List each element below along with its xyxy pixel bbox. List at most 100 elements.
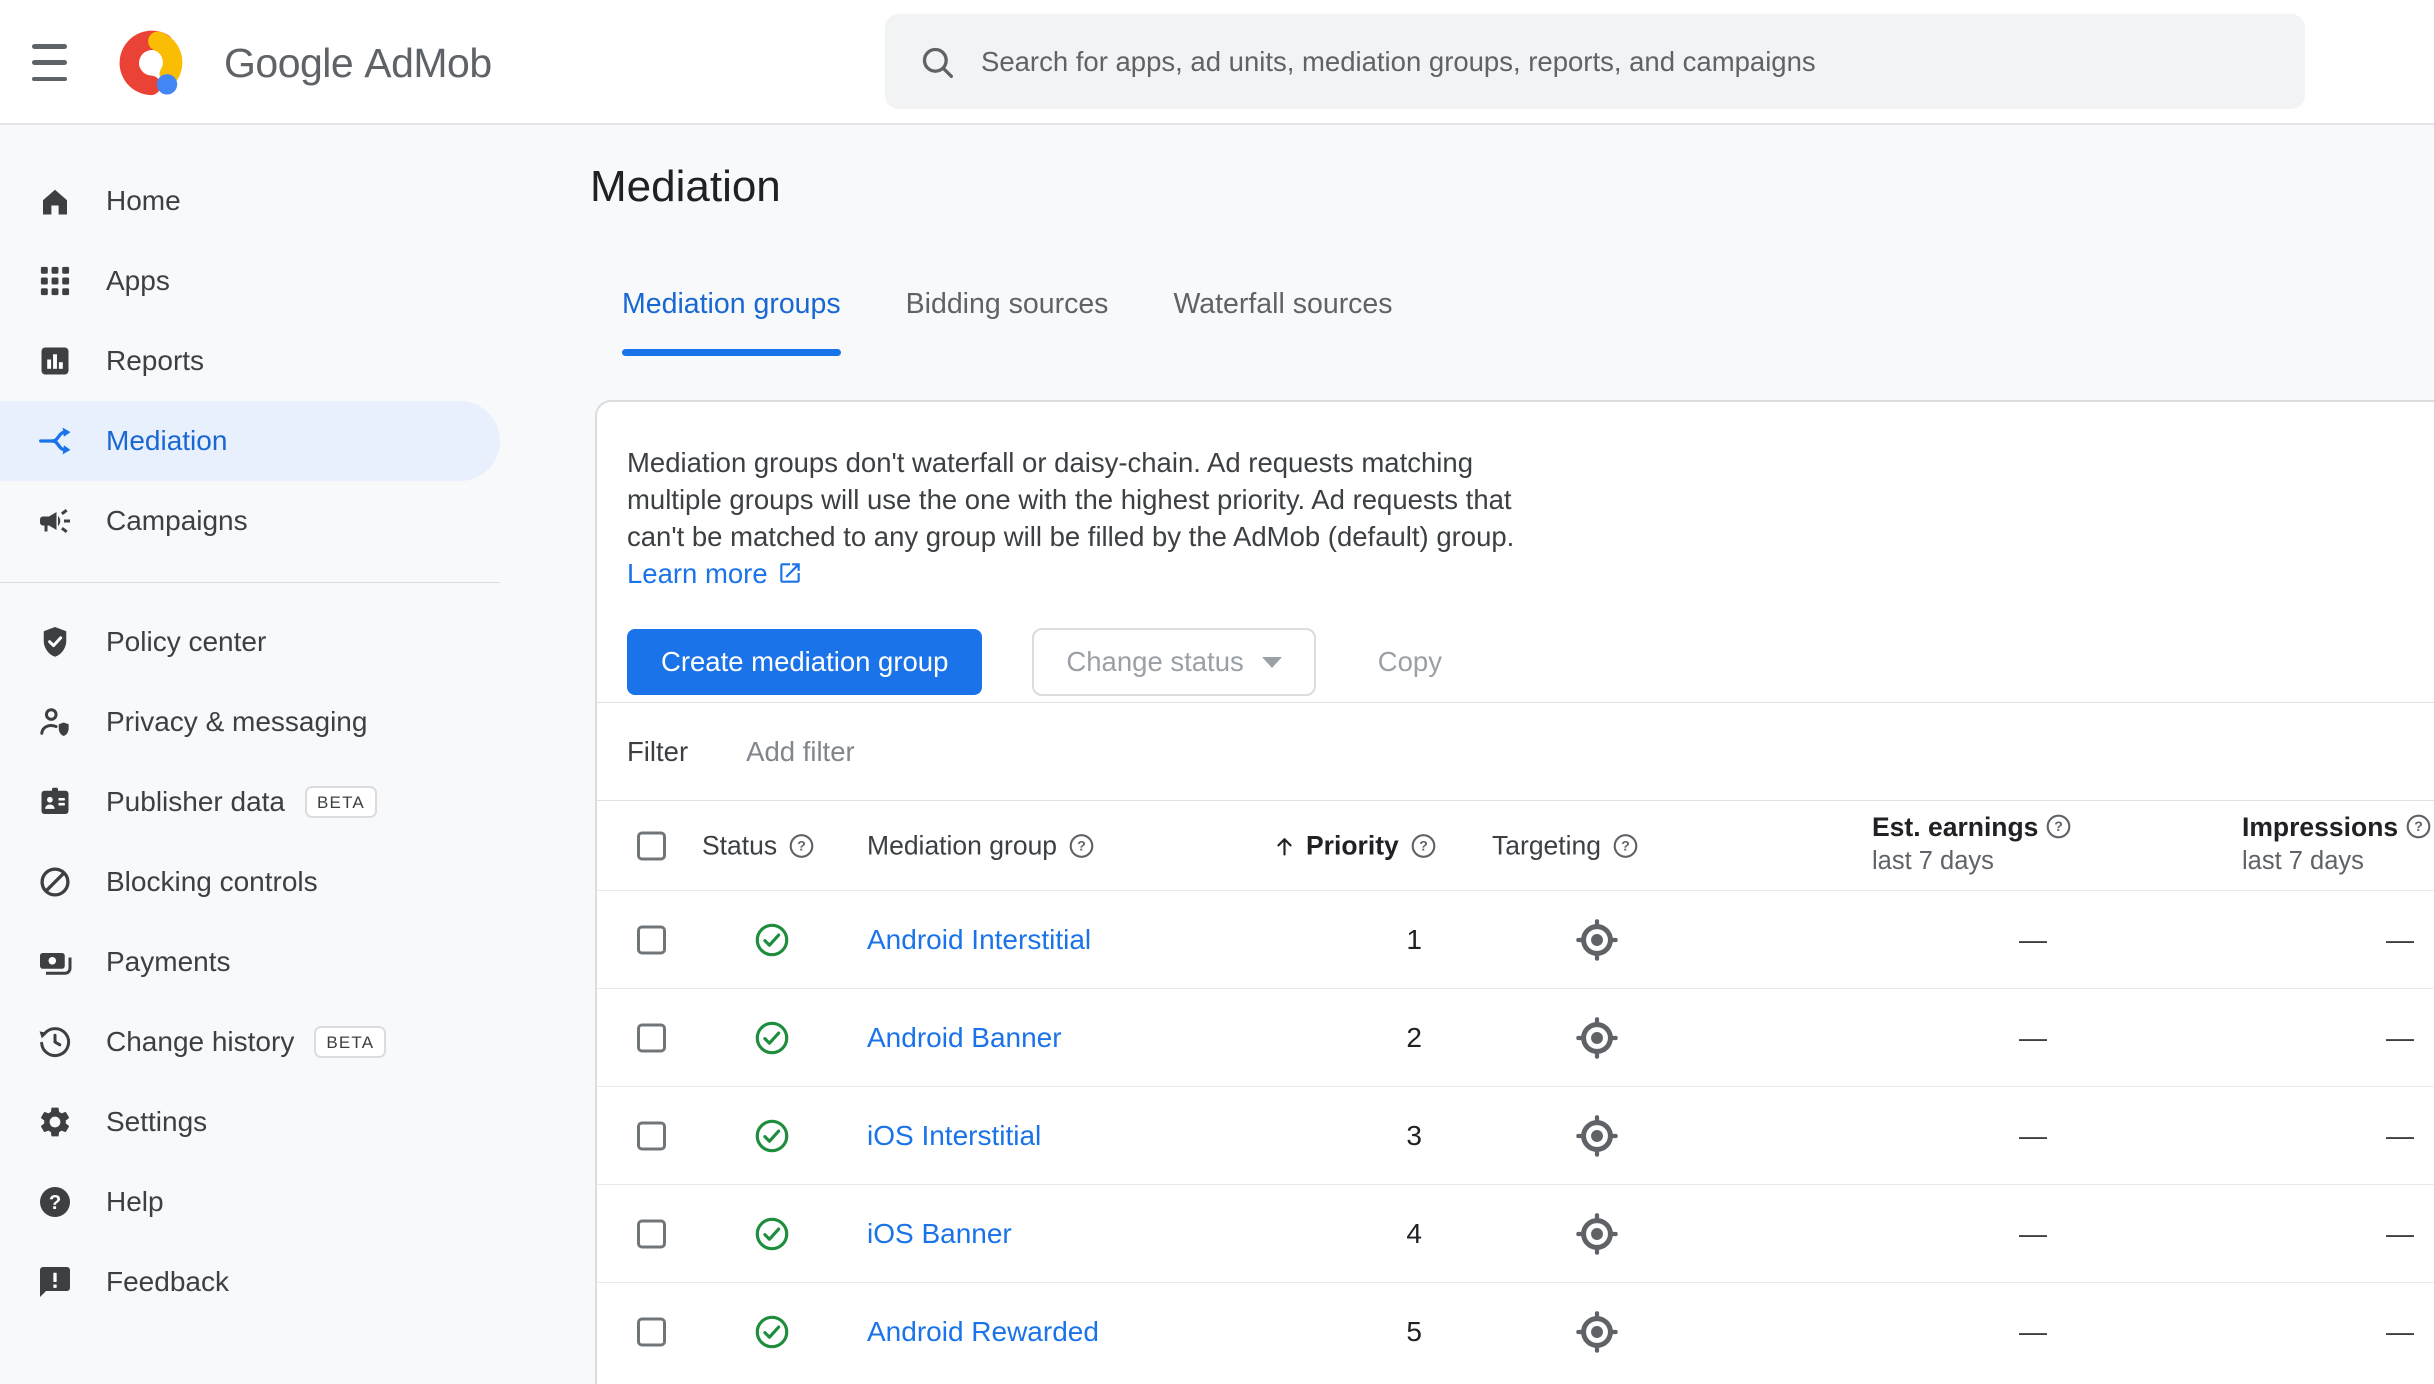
- mediation-group-link[interactable]: Android Banner: [867, 1022, 1062, 1054]
- impressions-value: —: [2386, 1119, 2414, 1151]
- filter-bar: Filter Add filter: [597, 702, 2434, 800]
- add-filter-button[interactable]: Add filter: [746, 736, 855, 768]
- feedback-bubble-icon: [40, 1267, 70, 1297]
- sidebar-item-privacy-messaging[interactable]: Privacy & messaging: [0, 682, 500, 762]
- global-search-bar[interactable]: [885, 14, 2305, 109]
- svg-text:?: ?: [1621, 837, 1630, 853]
- help-circle-icon[interactable]: ?: [2045, 813, 2072, 840]
- est-earnings-value: —: [2019, 1021, 2047, 1053]
- table-row: Android Interstitial 1 — —: [597, 890, 2434, 988]
- search-icon: [922, 47, 953, 78]
- row-checkbox[interactable]: [637, 1023, 666, 1052]
- sidebar-item-policy-center[interactable]: Policy center: [0, 602, 500, 682]
- row-checkbox[interactable]: [637, 1121, 666, 1150]
- impressions-value: —: [2386, 1315, 2414, 1347]
- megaphone-icon: [40, 509, 70, 533]
- sort-ascending-icon: [1277, 837, 1292, 856]
- block-circle-icon: [40, 867, 70, 897]
- table-row: Android Banner 2 — —: [597, 988, 2434, 1086]
- tab-bidding-sources[interactable]: Bidding sources: [906, 288, 1109, 356]
- sidebar-item-campaigns[interactable]: Campaigns: [0, 481, 500, 561]
- help-circle-icon[interactable]: ?: [1410, 832, 1437, 859]
- mediation-group-link[interactable]: iOS Interstitial: [867, 1120, 1041, 1152]
- mediation-description: Mediation groups don't waterfall or dais…: [627, 444, 1542, 592]
- status-header-label: Status: [702, 830, 778, 860]
- impressions-header-label: Impressions: [2242, 811, 2399, 842]
- help-circle-icon[interactable]: ?: [1612, 832, 1639, 859]
- tab-mediation-groups[interactable]: Mediation groups: [622, 288, 841, 356]
- copy-button[interactable]: Copy: [1366, 646, 1454, 678]
- sidebar-divider: [0, 582, 500, 583]
- priority-value: 5: [1406, 1315, 1422, 1347]
- sidebar-item-settings[interactable]: Settings: [0, 1082, 500, 1162]
- person-shield-icon: [40, 708, 69, 736]
- sidebar-item-label: Help: [106, 1186, 164, 1217]
- sidebar-item-label: Campaigns: [106, 505, 248, 536]
- help-circle-icon[interactable]: ?: [2405, 813, 2432, 840]
- change-status-button[interactable]: Change status: [1032, 628, 1316, 696]
- sidebar-item-help[interactable]: ? Help: [0, 1162, 500, 1242]
- svg-text:?: ?: [1077, 837, 1086, 853]
- gear-icon: [40, 1107, 70, 1137]
- sidebar-item-publisher-data[interactable]: Publisher data BETA: [0, 762, 500, 842]
- select-all-checkbox[interactable]: [637, 831, 666, 860]
- admob-brand[interactable]: Google AdMob: [116, 27, 492, 99]
- create-mediation-group-button[interactable]: Create mediation group: [627, 629, 983, 695]
- admob-logo-icon: [119, 30, 183, 96]
- targeting-icon: [1576, 1114, 1618, 1157]
- status-active-icon: [755, 1119, 789, 1152]
- sidebar-item-feedback[interactable]: Feedback: [0, 1242, 500, 1322]
- sidebar-item-home[interactable]: Home: [0, 161, 500, 241]
- sidebar-item-payments[interactable]: Payments: [0, 922, 500, 1002]
- row-checkbox[interactable]: [637, 925, 666, 954]
- row-checkbox[interactable]: [637, 1317, 666, 1346]
- sidebar-item-label: Settings: [106, 1106, 208, 1137]
- row-checkbox[interactable]: [637, 1219, 666, 1248]
- sidebar-item-label: Feedback: [106, 1266, 229, 1297]
- targeting-icon: [1576, 1016, 1618, 1059]
- sidebar-item-label: Apps: [106, 265, 170, 296]
- bar-chart-icon: [41, 347, 69, 375]
- sidebar-item-mediation[interactable]: Mediation: [0, 401, 500, 481]
- impressions-value: —: [2386, 923, 2414, 955]
- column-header-priority[interactable]: Priority ?: [1271, 830, 1437, 861]
- table-header-row: Status ? Mediation group ? Priority ? Ta…: [597, 800, 2434, 890]
- sidebar-item-change-history[interactable]: Change history BETA: [0, 1002, 500, 1082]
- targeting-icon: [1576, 918, 1618, 961]
- description-text: Mediation groups don't waterfall or dais…: [627, 447, 1515, 552]
- menu-icon[interactable]: [32, 44, 67, 81]
- apps-grid-icon: [40, 266, 70, 296]
- status-active-icon: [755, 1021, 789, 1054]
- sidebar-item-blocking-controls[interactable]: Blocking controls: [0, 842, 500, 922]
- tab-waterfall-sources[interactable]: Waterfall sources: [1173, 288, 1392, 356]
- priority-value: 3: [1406, 1119, 1422, 1151]
- impressions-value: —: [2386, 1021, 2414, 1053]
- brand-admob-text: AdMob: [364, 39, 492, 86]
- mediation-group-link[interactable]: Android Rewarded: [867, 1316, 1099, 1348]
- sidebar-item-apps[interactable]: Apps: [0, 241, 500, 321]
- search-input[interactable]: [981, 45, 2275, 78]
- learn-more-link[interactable]: Learn more: [627, 558, 803, 589]
- table-row: iOS Interstitial 3 — —: [597, 1086, 2434, 1184]
- table-row: iOS Banner 4 — —: [597, 1184, 2434, 1282]
- home-icon: [43, 189, 67, 215]
- sidebar-nav: Home Apps Reports Mediation Campaigns Po…: [0, 127, 560, 1322]
- mediation-groups-card: Mediation groups don't waterfall or dais…: [595, 400, 2434, 1384]
- status-active-icon: [755, 1315, 789, 1348]
- targeting-icon: [1576, 1212, 1618, 1255]
- est-earnings-value: —: [2019, 1217, 2047, 1249]
- brand-google-text: Google: [224, 39, 354, 86]
- svg-text:?: ?: [2414, 818, 2423, 834]
- mediation-group-link[interactable]: iOS Banner: [867, 1218, 1012, 1250]
- svg-text:?: ?: [797, 837, 806, 853]
- priority-value: 4: [1406, 1217, 1422, 1249]
- svg-text:?: ?: [2055, 818, 2064, 834]
- mediation-group-link[interactable]: Android Interstitial: [867, 924, 1091, 956]
- beta-badge: BETA: [314, 1026, 387, 1058]
- priority-value: 2: [1406, 1021, 1422, 1053]
- svg-text:?: ?: [49, 1192, 61, 1214]
- sidebar-item-reports[interactable]: Reports: [0, 321, 500, 401]
- mediation-group-header-label: Mediation group: [867, 830, 1058, 860]
- help-circle-icon[interactable]: ?: [1068, 832, 1095, 859]
- help-circle-icon[interactable]: ?: [788, 832, 815, 859]
